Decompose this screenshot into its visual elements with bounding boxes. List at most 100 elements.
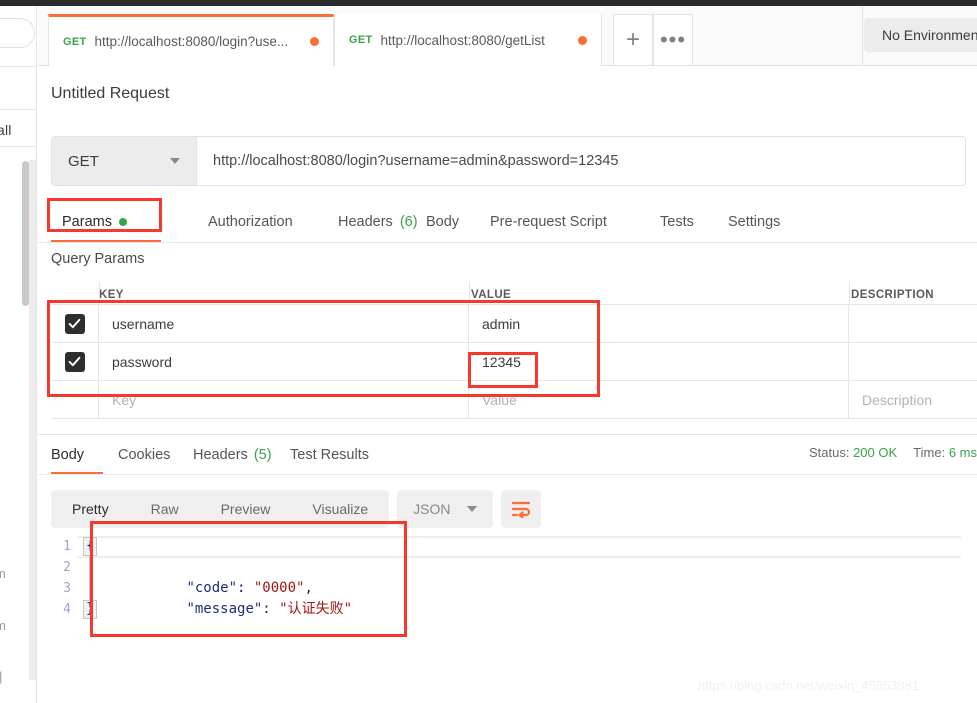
param-description-cell[interactable] — [849, 305, 977, 342]
column-header-description: DESCRIPTION — [851, 289, 934, 301]
watermark-text: https://blog.csdn.net/weixin_45853881 — [698, 678, 920, 693]
param-description-cell-empty[interactable]: Description — [849, 381, 977, 418]
column-header-value: VALUE — [471, 289, 512, 301]
row-enable-checkbox-cell — [51, 381, 99, 418]
sidebar-scrollbar[interactable] — [22, 161, 29, 306]
sidebar-item-fragment[interactable]: m — [0, 618, 6, 633]
page-title: Untitled Request — [51, 85, 170, 102]
divider — [99, 282, 100, 304]
sidebar-divider — [0, 109, 37, 110]
line-number: 2 — [63, 560, 71, 575]
table-row-empty[interactable]: Key Value Description — [51, 381, 977, 419]
query-params-heading: Query Params — [51, 251, 145, 267]
param-value-placeholder: Value — [482, 391, 517, 408]
table-row[interactable]: username admin — [51, 305, 977, 343]
tab-headers[interactable]: Headers (6) — [338, 201, 418, 243]
param-value-text: 12345 — [482, 353, 521, 370]
row-enable-checkbox-cell — [51, 343, 99, 380]
tab-response-body[interactable]: Body — [51, 436, 84, 474]
code-line-4: } — [86, 601, 95, 617]
param-value-cell[interactable]: admin — [469, 305, 849, 342]
response-body-toolbar: Pretty Raw Preview Visualize JSON — [51, 490, 541, 528]
params-table-header: KEY VALUE DESCRIPTION — [51, 282, 977, 304]
param-key-cell[interactable]: password — [99, 343, 469, 380]
tab-params[interactable]: Params — [62, 201, 127, 243]
postman-window: all m m | GET http://localhost:8080/logi… — [0, 0, 977, 703]
tab-response-headers-count: (5) — [253, 447, 272, 463]
status-badge: 200 OK — [853, 445, 898, 460]
request-tab-method: GET — [63, 35, 87, 48]
tab-test-results[interactable]: Test Results — [290, 436, 369, 474]
sidebar-item-fragment[interactable]: | — [0, 669, 2, 684]
request-tab-url: http://localhost:8080/getList — [380, 32, 545, 48]
time-label: Time: — [913, 445, 946, 460]
tab-response-cookies[interactable]: Cookies — [118, 436, 170, 474]
divider — [38, 434, 977, 435]
params-active-dot-icon — [118, 218, 127, 226]
tab-headers-count: (6) — [399, 214, 418, 230]
param-key-text: password — [112, 353, 172, 370]
sidebar-filter-all-label: all — [0, 122, 12, 138]
status-label: Status: — [808, 445, 850, 460]
environment-selector[interactable]: No Environment — [864, 18, 977, 52]
tab-test-results-label: Test Results — [290, 447, 369, 463]
param-key-cell-empty[interactable]: Key — [99, 381, 469, 418]
word-wrap-icon[interactable] — [500, 490, 541, 528]
request-tab-url: http://localhost:8080/login?use... — [94, 34, 289, 49]
row-enabled-checkbox[interactable] — [64, 313, 85, 334]
param-key-text: username — [112, 315, 175, 332]
query-params-table: username admin password 12345 Key Value … — [51, 304, 977, 419]
param-key-cell[interactable]: username — [99, 305, 469, 342]
response-format-label: JSON — [413, 501, 451, 517]
sidebar-divider — [0, 146, 37, 147]
param-key-placeholder: Key — [112, 391, 137, 408]
tab-settings[interactable]: Settings — [728, 201, 780, 243]
param-value-cell[interactable]: 12345 — [469, 343, 849, 380]
url-input[interactable]: http://localhost:8080/login?username=adm… — [197, 137, 965, 185]
view-mode-raw[interactable]: Raw — [130, 490, 200, 528]
param-value-cell-empty[interactable]: Value — [469, 381, 849, 418]
response-meta: Status: 200 OK Time: 6 ms — [809, 445, 977, 460]
view-mode-visualize[interactable]: Visualize — [291, 490, 389, 528]
response-time: Time: 6 ms — [913, 445, 977, 460]
divider — [38, 474, 977, 475]
sidebar-item-fragment[interactable]: m — [0, 566, 6, 581]
tab-response-headers-label: Headers — [193, 447, 248, 463]
request-tab-1[interactable]: GET http://localhost:8080/login?use... — [48, 14, 334, 66]
sidebar-divider — [0, 66, 37, 67]
request-tab-bar: GET http://localhost:8080/login?use... G… — [38, 6, 977, 66]
unsaved-dot-icon — [310, 37, 319, 46]
tab-body[interactable]: Body — [426, 201, 459, 243]
tab-options-more-icon[interactable]: ••• — [653, 14, 693, 66]
new-tab-button[interactable]: + — [613, 14, 653, 66]
tab-settings-label: Settings — [728, 214, 781, 230]
tab-authorization[interactable]: Authorization — [208, 201, 293, 243]
sidebar-search-input[interactable] — [0, 18, 35, 48]
json-value: "认证失败" — [279, 601, 353, 617]
http-method-select[interactable]: GET — [52, 137, 197, 185]
param-description-placeholder: Description — [862, 391, 933, 408]
line-number: 1 — [63, 539, 71, 554]
sidebar-outer-scrollbar[interactable] — [29, 160, 36, 680]
code-line-2: "code": "0000", — [119, 557, 312, 596]
param-description-cell[interactable] — [849, 343, 977, 380]
tab-response-headers[interactable]: Headers (5) — [193, 436, 272, 474]
response-body-json-viewer[interactable]: 1 2 3 4 { "code": "0000", "message": "认证… — [51, 536, 961, 676]
param-value-text: admin — [482, 315, 521, 332]
view-mode-preview[interactable]: Preview — [200, 490, 292, 528]
response-status: Status: 200 OK — [809, 445, 897, 460]
response-format-select[interactable]: JSON — [397, 490, 493, 528]
chevron-down-icon — [466, 506, 477, 512]
response-view-mode-group: Pretty Raw Preview Visualize — [51, 490, 390, 528]
row-enabled-checkbox[interactable] — [64, 351, 85, 372]
table-row[interactable]: password 12345 — [51, 343, 977, 381]
json-key: "message" — [186, 601, 263, 617]
tab-response-body-label: Body — [51, 447, 85, 463]
tab-pre-request-script[interactable]: Pre-request Script — [490, 201, 607, 243]
code-fold-guide — [89, 556, 90, 600]
view-mode-pretty[interactable]: Pretty — [51, 490, 130, 528]
request-tab-method: GET — [349, 34, 373, 46]
request-tab-2[interactable]: GET http://localhost:8080/getList — [334, 14, 602, 66]
tab-tests-label: Tests — [660, 214, 694, 230]
tab-tests[interactable]: Tests — [660, 201, 694, 243]
